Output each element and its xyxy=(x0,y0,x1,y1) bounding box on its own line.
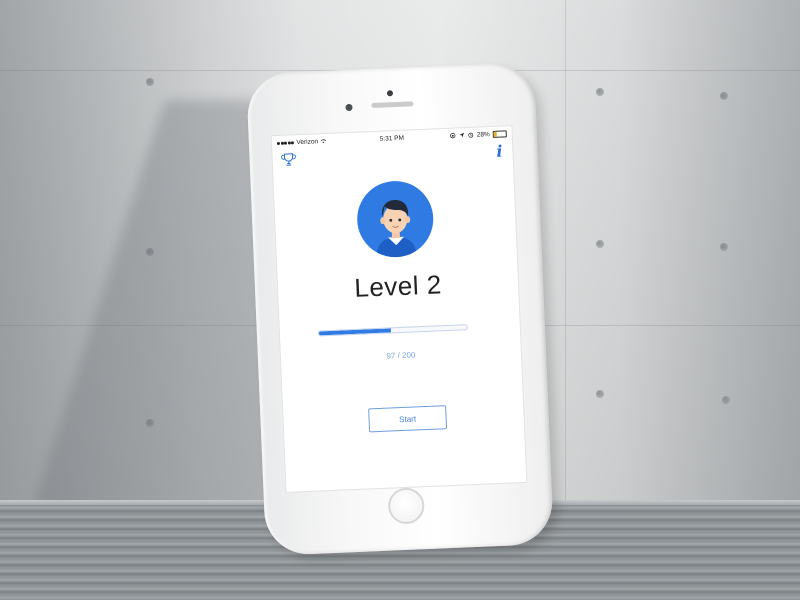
status-bar: Verizon 5:31 PM 28% xyxy=(272,126,512,150)
app-screen: Verizon 5:31 PM 28% i Level 2 97 / 200 S… xyxy=(270,125,528,493)
level-progress-bar xyxy=(317,324,468,337)
wall-hole xyxy=(596,88,604,96)
progress-text: 97 / 200 xyxy=(386,350,416,361)
earpiece-speaker xyxy=(371,101,414,109)
progress-fill xyxy=(318,328,391,336)
phone-device: Verizon 5:31 PM 28% i Level 2 97 / 200 S… xyxy=(246,62,554,556)
sensor xyxy=(345,103,353,112)
info-button[interactable]: i xyxy=(496,142,503,161)
level-title: Level 2 xyxy=(353,269,443,303)
start-button[interactable]: Start xyxy=(368,405,448,433)
wall-hole xyxy=(596,240,604,248)
wall-shadow xyxy=(620,0,800,520)
status-time: 5:31 PM xyxy=(379,134,405,143)
trophy-icon[interactable] xyxy=(280,151,297,168)
wall-seam xyxy=(565,0,566,520)
battery-icon xyxy=(492,129,507,138)
avatar xyxy=(355,179,435,259)
home-button[interactable] xyxy=(387,487,425,525)
front-camera xyxy=(386,90,394,97)
wall-hole xyxy=(596,390,604,398)
avatar-icon xyxy=(376,200,417,258)
